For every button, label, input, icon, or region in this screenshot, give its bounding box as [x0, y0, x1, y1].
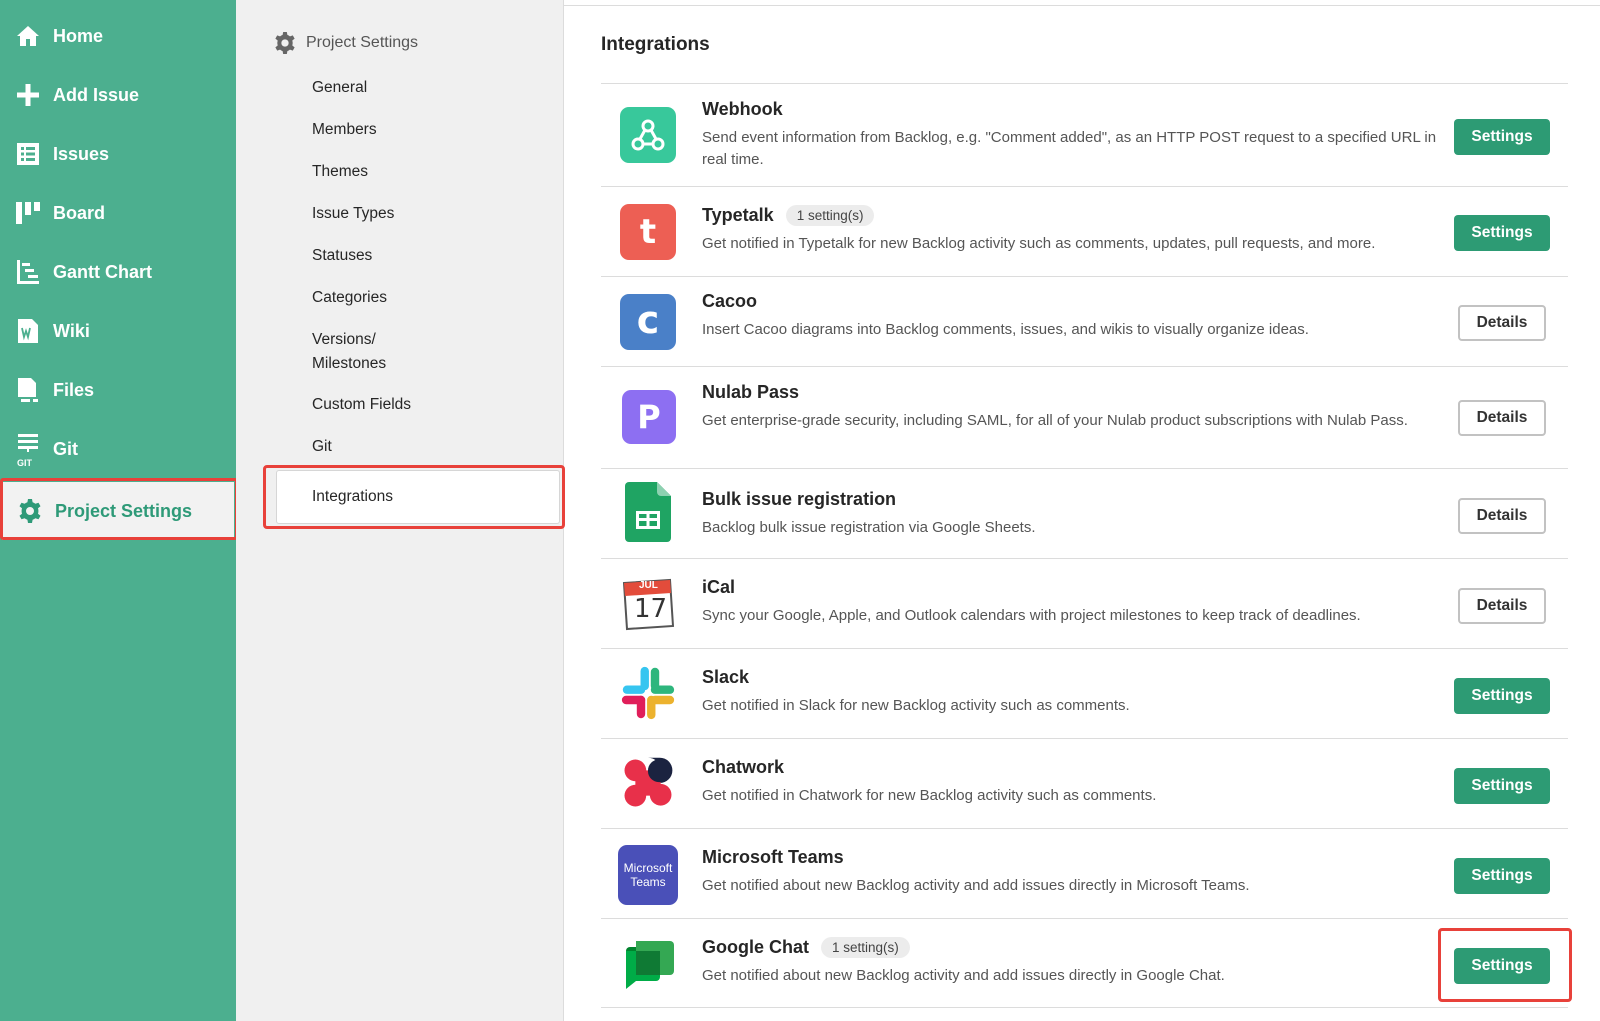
ical-details-button[interactable]: Details	[1458, 588, 1546, 624]
submenu-item-members[interactable]: Members	[312, 118, 532, 142]
google-chat-button-highlight-frame	[1438, 928, 1572, 1002]
sidebar-item-wiki[interactable]: Wiki	[0, 302, 236, 360]
submenu-item-categories[interactable]: Categories	[312, 286, 532, 310]
home-icon	[15, 23, 41, 49]
submenu-heading-label: Project Settings	[306, 34, 419, 51]
sidebar-item-label: Add Issue	[53, 84, 140, 105]
integration-name: Typetalk 1 setting(s)	[702, 205, 875, 226]
chatwork-settings-button[interactable]: Settings	[1454, 768, 1550, 804]
sidebar-item-label: Home	[53, 25, 104, 46]
integration-description: Send event information from Backlog, e.g…	[702, 129, 1437, 168]
integration-description: Get notified in Typetalk for new Backlog…	[702, 235, 1376, 252]
settings-count-badge: 1 setting(s)	[821, 937, 910, 958]
submenu-item-general[interactable]: General	[312, 76, 532, 100]
git-icon-caption: GIT	[17, 458, 32, 468]
submenu-item-statuses[interactable]: Statuses	[312, 244, 532, 268]
integration-description: Get notified about new Backlog activity …	[702, 877, 1250, 894]
sidebar-item-git[interactable]: GIT Git	[0, 420, 236, 478]
microsoft-teams-icon: Microsoft Teams	[618, 845, 678, 905]
submenu-item-versions-milestones[interactable]: Versions/ Milestones	[312, 328, 392, 376]
list-icon	[15, 141, 41, 167]
integration-row-google-chat: Google Chat 1 setting(s) Get notified abo…	[601, 918, 1568, 1008]
gear-icon	[275, 32, 295, 54]
integration-name: Microsoft Teams	[702, 847, 844, 867]
submenu-highlight-frame	[263, 465, 565, 529]
submenu-item-git[interactable]: Git	[312, 435, 532, 459]
integration-name: Chatwork	[702, 757, 785, 777]
integration-row-microsoft-teams: Microsoft Teams Microsoft Teams Get noti…	[601, 828, 1568, 918]
sidebar-item-label: Git	[53, 438, 78, 459]
submenu-item-themes[interactable]: Themes	[312, 160, 532, 184]
sidebar-item-label: Wiki	[53, 320, 90, 341]
integration-description: Get notified in Slack for new Backlog ac…	[702, 697, 1130, 714]
top-divider	[564, 5, 1600, 6]
sidebar-item-add-issue[interactable]: Add Issue	[0, 66, 236, 124]
sidebar-item-gantt-chart[interactable]: Gantt Chart	[0, 243, 236, 301]
sidebar-item-label: Gantt Chart	[53, 261, 152, 282]
integration-name: Google Chat 1 setting(s)	[702, 937, 910, 958]
integration-row-bulk-issue-registration: Bulk issue registration Backlog bulk iss…	[601, 468, 1568, 558]
typetalk-settings-button[interactable]: Settings	[1454, 215, 1550, 251]
nulab-pass-icon: P	[622, 390, 676, 444]
integration-row-webhook: Webhook Send event information from Back…	[601, 83, 1568, 186]
bulk-issue-registration-details-button[interactable]: Details	[1458, 498, 1546, 534]
integration-description: Sync your Google, Apple, and Outlook cal…	[702, 607, 1361, 624]
integration-name: Slack	[702, 667, 750, 687]
integration-description: Get notified about new Backlog activity …	[702, 967, 1225, 984]
integration-row-nulab-pass: P Nulab Pass Get enterprise-grade securi…	[601, 366, 1568, 468]
integration-description: Backlog bulk issue registration via Goog…	[702, 519, 1036, 536]
gantt-icon	[15, 259, 41, 285]
submenu-heading: Project Settings	[274, 32, 418, 54]
slack-settings-button[interactable]: Settings	[1454, 678, 1550, 714]
files-icon	[15, 377, 41, 403]
integration-row-chatwork: Chatwork Get notified in Chatwork for ne…	[601, 738, 1568, 828]
integration-row-cacoo: c Cacoo Insert Cacoo diagrams into Backl…	[601, 276, 1568, 366]
sidebar-item-issues[interactable]: Issues	[0, 125, 236, 183]
webhook-settings-button[interactable]: Settings	[1454, 119, 1550, 155]
integration-row-typetalk: t Typetalk 1 setting(s) Get notified in T…	[601, 186, 1568, 276]
typetalk-icon: t	[620, 204, 676, 260]
webhook-icon	[620, 107, 676, 163]
submenu-item-custom-fields[interactable]: Custom Fields	[312, 393, 532, 417]
slack-icon	[620, 665, 676, 721]
global-sidebar: Home Add Issue Issues Board Gantt Chart …	[0, 0, 238, 1021]
nulab-pass-details-button[interactable]: Details	[1458, 400, 1546, 436]
integration-name: Bulk issue registration	[702, 489, 897, 509]
cacoo-details-button[interactable]: Details	[1458, 305, 1546, 341]
google-chat-icon	[620, 935, 676, 991]
wiki-icon	[15, 318, 41, 344]
sidebar-item-board[interactable]: Board	[0, 184, 236, 242]
integration-name: Webhook	[702, 99, 783, 119]
ical-icon: JUL 17	[620, 576, 676, 632]
integration-row-slack: Slack Get notified in Slack for new Back…	[601, 648, 1568, 738]
page-title: Integrations	[601, 34, 710, 55]
integration-description: Get enterprise-grade security, including…	[702, 412, 1408, 429]
git-icon: GIT	[15, 434, 41, 468]
microsoft-teams-settings-button[interactable]: Settings	[1454, 858, 1550, 894]
integration-name: Nulab Pass	[702, 382, 800, 402]
cacoo-icon: c	[620, 294, 676, 350]
integration-description: Get notified in Chatwork for new Backlog…	[702, 787, 1157, 804]
sidebar-item-files[interactable]: Files	[0, 361, 236, 419]
integration-row-ical: JUL 17 iCal Sync your Google, Apple, and…	[601, 558, 1568, 648]
integration-name: iCal	[702, 577, 736, 597]
sidebar-item-label: Files	[53, 379, 95, 400]
sidebar-item-label: Issues	[53, 143, 110, 164]
google-sheets-icon	[620, 482, 676, 542]
plus-icon	[15, 82, 41, 108]
sidebar-item-home[interactable]: Home	[0, 7, 236, 65]
settings-count-badge: 1 setting(s)	[785, 205, 875, 226]
integration-name: Cacoo	[702, 291, 758, 311]
chatwork-icon	[620, 755, 676, 811]
submenu-item-issue-types[interactable]: Issue Types	[312, 202, 532, 226]
board-icon	[15, 200, 41, 226]
sidebar-item-label: Board	[53, 202, 106, 223]
sidebar-highlight-frame	[0, 478, 238, 540]
integration-description: Insert Cacoo diagrams into Backlog comme…	[702, 321, 1309, 338]
